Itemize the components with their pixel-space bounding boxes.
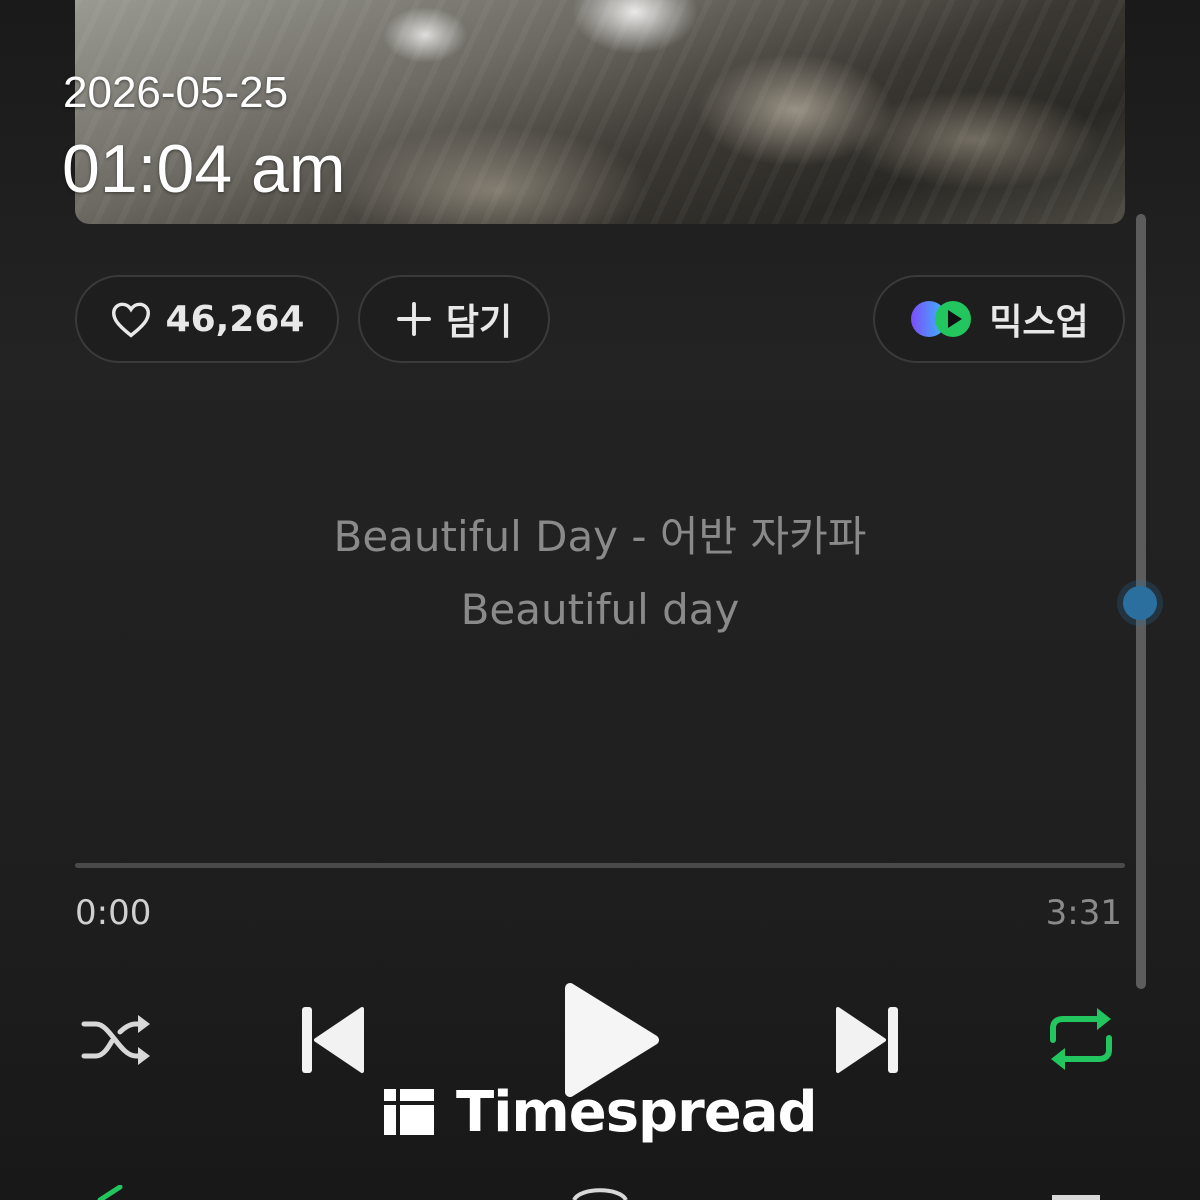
- lyric-line-current[interactable]: Beautiful day: [0, 585, 1200, 634]
- mixup-label: 믹스업: [989, 302, 1089, 343]
- lyric-line-title[interactable]: Beautiful Day - 어반 자카파: [0, 503, 1200, 564]
- menu-gesture-icon: [1052, 1195, 1100, 1200]
- plus-icon: [396, 302, 431, 336]
- previous-track-button[interactable]: [298, 1000, 368, 1080]
- like-button[interactable]: 46,264: [75, 275, 339, 363]
- mixup-button[interactable]: 믹스업: [873, 275, 1125, 363]
- timespread-logo-icon: [384, 1089, 434, 1135]
- total-time: 3:31: [1045, 893, 1122, 933]
- back-gesture-icon: [97, 1185, 123, 1200]
- shuffle-button[interactable]: [80, 1005, 154, 1075]
- add-to-playlist-button[interactable]: 담기: [358, 275, 550, 363]
- next-track-button[interactable]: [832, 1000, 902, 1080]
- skip-previous-icon: [302, 1007, 364, 1073]
- skip-next-icon: [836, 1007, 898, 1073]
- heart-icon: [111, 302, 150, 338]
- shuffle-icon: [81, 1015, 150, 1065]
- home-gesture-icon: [572, 1188, 628, 1200]
- repeat-button[interactable]: [1044, 1003, 1118, 1075]
- watermark: Timespread: [384, 1079, 818, 1145]
- add-label: 담기: [445, 302, 513, 343]
- watermark-brand: Timespread: [456, 1079, 818, 1145]
- playback-progress-bar[interactable]: [75, 863, 1125, 868]
- lyrics-scroll-thumb[interactable]: [1123, 586, 1157, 620]
- overlay-time: 01:04 am: [62, 131, 346, 207]
- current-time: 0:00: [75, 893, 152, 933]
- overlay-date: 2026-05-25: [63, 68, 289, 117]
- mixup-logo-icon: [911, 301, 972, 337]
- repeat-icon: [1050, 1008, 1112, 1070]
- like-count: 46,264: [165, 298, 305, 340]
